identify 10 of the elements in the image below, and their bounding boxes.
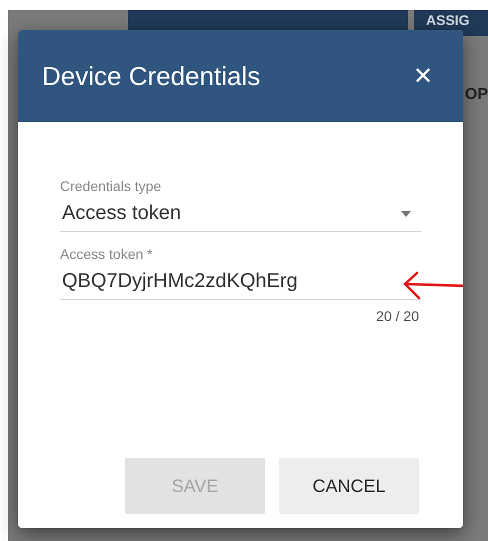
type-select[interactable]: Access token [60,202,421,232]
close-button[interactable]: ✕ [413,62,433,90]
cancel-button[interactable]: CANCEL [279,458,419,514]
field-label: Access token * [60,246,154,262]
token-field[interactable]: QBQ7DyjrHMc2zdKQhErg [60,270,421,300]
field-label: Credentials type [60,178,162,194]
arrow-annotation [401,270,463,302]
dropdown-icon [401,210,411,216]
character-counter: 20 / 20 [376,308,419,324]
dialog-title: Device Credentials [42,60,260,92]
